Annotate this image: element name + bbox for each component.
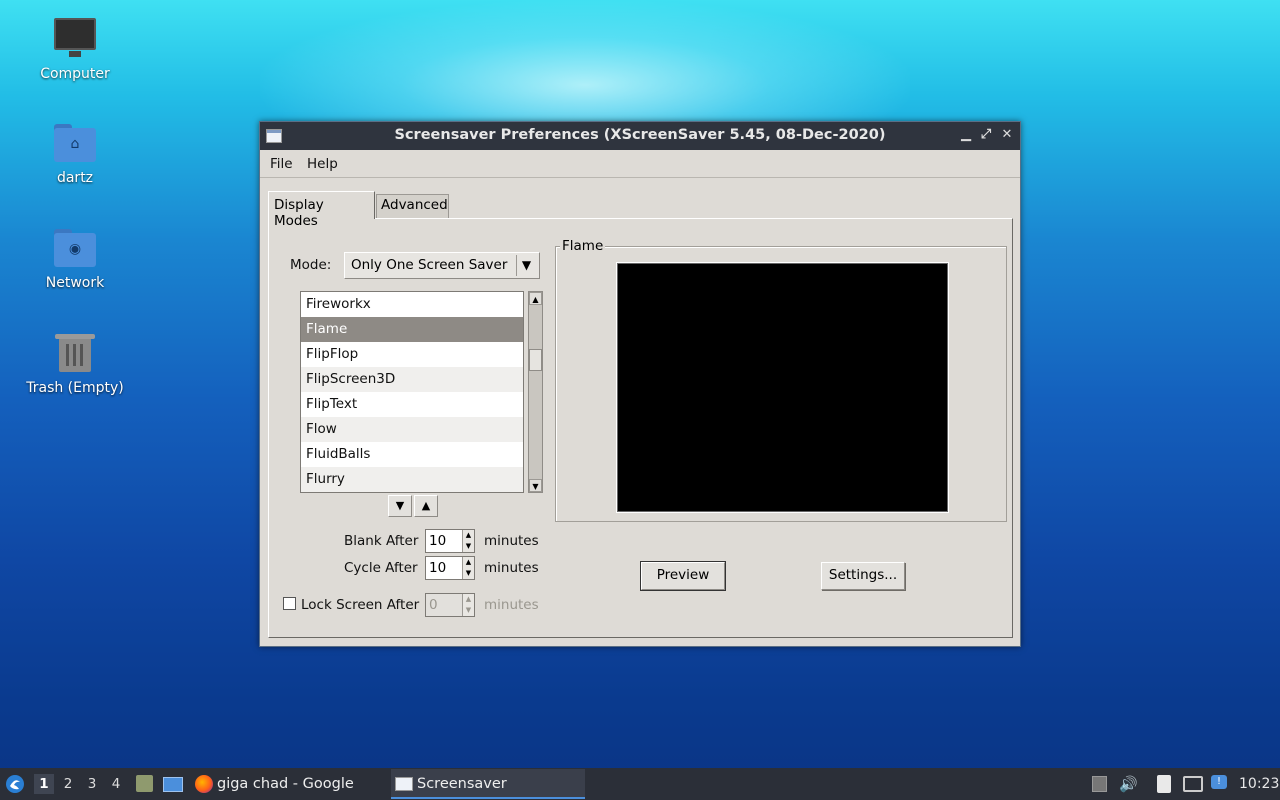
settings-button[interactable]: Settings... [821,562,905,590]
previous-mode-button[interactable]: ▲ [414,495,438,517]
start-menu-button[interactable] [5,768,27,800]
window-icon [395,777,413,791]
trash-icon [54,332,96,374]
desktop-icon-label: Trash (Empty) [26,380,124,396]
preview-frame-title: Flame [560,238,606,254]
decrement-icon[interactable]: ▼ [462,605,474,616]
file-manager-icon[interactable] [136,775,153,792]
lock-screen-checkbox[interactable] [283,597,296,610]
next-mode-button[interactable]: ▼ [388,495,412,517]
list-item[interactable]: FlipScreen3D [301,367,523,392]
computer-icon [54,18,96,60]
network-icon[interactable] [1183,776,1203,792]
workspace-1[interactable]: 1 [34,774,54,794]
volume-icon[interactable]: 🔊 [1119,776,1138,792]
close-icon[interactable]: ✕ [998,126,1016,144]
blank-after-label: Blank After [344,533,419,549]
distro-logo-icon [6,775,24,793]
cycle-after-label: Cycle After [344,560,418,576]
increment-icon[interactable]: ▲ [462,557,474,568]
scroll-up-icon[interactable]: ▲ [529,292,542,305]
list-item[interactable]: FlipText [301,392,523,417]
clock[interactable]: 10:23 [1239,768,1279,800]
show-desktop-icon[interactable] [163,777,183,792]
cycle-after-value: 10 [429,560,447,576]
desktop-icon-label: Network [45,275,105,291]
workspace-3[interactable]: 3 [82,774,102,794]
list-scrollbar[interactable]: ▲ ▼ [528,291,543,493]
lock-screen-unit: minutes [484,597,539,613]
preview-button[interactable]: Preview [640,561,726,591]
desktop-icon-network[interactable]: ◉ Network [0,227,150,291]
tab-advanced[interactable]: Advanced [376,194,449,218]
window-titlebar[interactable]: Screensaver Preferences (XScreenSaver 5.… [260,122,1020,150]
arrow-down-icon: ▼ [395,499,405,512]
desktop-icon-trash[interactable]: Trash (Empty) [0,332,150,396]
lock-screen-label: Lock Screen After [301,597,420,613]
cycle-after-unit: minutes [484,560,539,576]
decrement-icon[interactable]: ▼ [462,541,474,552]
task-screensaver-preferences[interactable]: Screensaver Preferen... [391,769,585,799]
mode-select-value: Only One Screen Saver [351,257,508,273]
task-label: giga chad - Google Se... [217,776,354,792]
notification-icon[interactable]: ! [1211,775,1227,789]
lock-screen-stepper[interactable]: 0 ▲ ▼ [425,593,475,617]
blank-after-stepper[interactable]: 10 ▲ ▼ [425,529,475,553]
increment-icon[interactable]: ▲ [462,530,474,541]
scroll-down-icon[interactable]: ▼ [529,479,542,492]
minimize-icon[interactable]: ▁ [957,126,975,144]
clipboard-icon[interactable] [1157,775,1171,793]
workspace-2[interactable]: 2 [58,774,78,794]
menubar: File Help [260,150,1020,178]
scrollbar-thumb[interactable] [529,349,542,371]
window-title: Screensaver Preferences (XScreenSaver 5.… [394,127,886,143]
mode-select[interactable]: Only One Screen Saver ▼ [344,252,540,279]
mode-label: Mode: [290,257,332,273]
eject-icon[interactable] [1092,776,1107,792]
list-item[interactable]: Flurry [301,467,523,492]
desktop-icon-label: dartz [56,170,94,186]
screensaver-list[interactable]: Fireworkx Flame FlipFlop FlipScreen3D Fl… [300,291,524,493]
menu-help[interactable]: Help [307,156,338,172]
list-item[interactable]: FluidBalls [301,442,523,467]
list-item[interactable]: FlipFlop [301,342,523,367]
display-modes-panel: Mode: Only One Screen Saver ▼ Fireworkx … [268,218,1013,638]
desktop-icon-computer[interactable]: Computer [0,18,150,82]
preview-display [617,263,948,512]
blank-after-unit: minutes [484,533,539,549]
increment-icon[interactable]: ▲ [462,594,474,605]
network-folder-icon: ◉ [54,227,96,269]
tab-display-modes[interactable]: Display Modes [268,191,375,229]
lock-screen-value: 0 [429,597,438,613]
preview-frame: Flame [555,238,1007,522]
taskbar: 1 2 3 4 giga chad - Google Se... Screens… [0,768,1280,800]
list-item-selected[interactable]: Flame [301,317,523,342]
list-item[interactable]: Fireworkx [301,292,523,317]
task-firefox[interactable]: giga chad - Google Se... [192,769,382,799]
decrement-icon[interactable]: ▼ [462,568,474,579]
list-item[interactable]: Flow [301,417,523,442]
workspace-4[interactable]: 4 [106,774,126,794]
maximize-icon[interactable]: ⤢ [977,126,995,144]
chevron-down-icon[interactable]: ▼ [516,255,536,276]
home-folder-icon: ⌂ [54,122,96,164]
firefox-icon [195,775,213,793]
desktop-icon-home[interactable]: ⌂ dartz [0,122,150,186]
arrow-up-icon: ▲ [421,499,431,512]
desktop-icon-label: Computer [40,66,110,82]
blank-after-value: 10 [429,533,447,549]
screensaver-preferences-window: Screensaver Preferences (XScreenSaver 5.… [259,121,1021,647]
cycle-after-stepper[interactable]: 10 ▲ ▼ [425,556,475,580]
menu-file[interactable]: File [270,156,293,172]
